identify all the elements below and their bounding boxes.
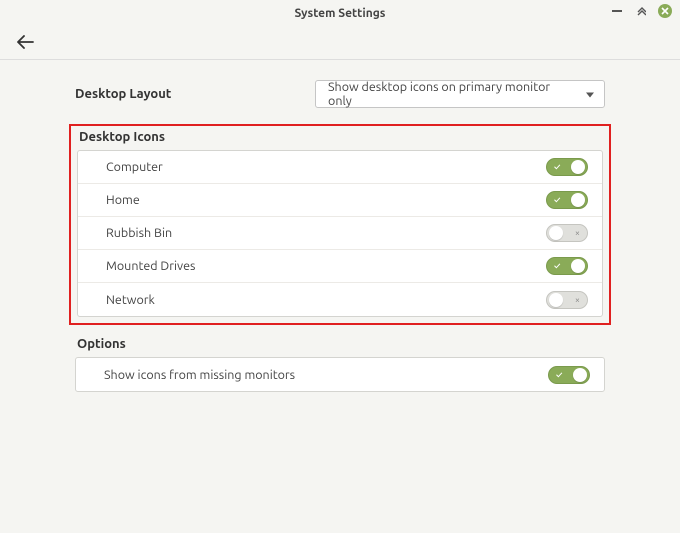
row-rubbish-bin: Rubbish Bin × (78, 217, 602, 250)
window-title: System Settings (295, 7, 386, 20)
toggle-computer[interactable]: ✓ (546, 158, 588, 176)
toggle-rubbish-bin[interactable]: × (546, 224, 588, 242)
row-label: Mounted Drives (106, 259, 195, 273)
minimize-button[interactable] (610, 4, 624, 18)
titlebar: System Settings (0, 0, 680, 26)
content-area: Desktop Layout Show desktop icons on pri… (0, 60, 680, 428)
row-mounted-drives: Mounted Drives ✓ (78, 250, 602, 283)
options-panel: Show icons from missing monitors ✓ (75, 357, 605, 392)
toolbar (0, 26, 680, 60)
desktop-layout-label: Desktop Layout (75, 87, 295, 101)
toggle-knob (571, 160, 585, 174)
row-computer: Computer ✓ (78, 151, 602, 184)
close-button[interactable] (658, 4, 672, 18)
toggle-mounted-drives[interactable]: ✓ (546, 257, 588, 275)
toggle-knob (549, 226, 563, 240)
toggle-network[interactable]: × (546, 291, 588, 309)
row-home: Home ✓ (78, 184, 602, 217)
desktop-layout-row: Desktop Layout Show desktop icons on pri… (75, 80, 605, 108)
window-controls (610, 4, 672, 18)
check-icon: ✓ (554, 162, 560, 172)
highlight-annotation: Desktop Icons Computer ✓ Home ✓ (69, 124, 611, 325)
row-label: Show icons from missing monitors (104, 368, 295, 382)
desktop-icons-panel: Computer ✓ Home ✓ Rubb (77, 150, 603, 317)
x-icon: × (575, 228, 580, 238)
row-network: Network × (78, 283, 602, 316)
toggle-knob (549, 293, 563, 307)
row-label: Network (106, 293, 155, 307)
toggle-knob (571, 193, 585, 207)
check-icon: ✓ (556, 370, 562, 380)
toggle-missing-monitors[interactable]: ✓ (548, 366, 590, 384)
options-section: Options Show icons from missing monitors… (75, 337, 605, 392)
back-button[interactable] (12, 31, 38, 55)
row-missing-monitors: Show icons from missing monitors ✓ (76, 358, 604, 391)
toggle-home[interactable]: ✓ (546, 191, 588, 209)
row-label: Home (106, 193, 140, 207)
x-icon: × (575, 295, 580, 305)
options-header: Options (75, 337, 605, 351)
row-label: Rubbish Bin (106, 226, 172, 240)
check-icon: ✓ (554, 261, 560, 271)
row-label: Computer (106, 160, 163, 174)
toggle-knob (571, 259, 585, 273)
maximize-button[interactable] (634, 4, 648, 18)
check-icon: ✓ (554, 195, 560, 205)
desktop-layout-selected: Show desktop icons on primary monitor on… (328, 80, 574, 108)
desktop-layout-dropdown[interactable]: Show desktop icons on primary monitor on… (315, 80, 605, 108)
toggle-knob (573, 368, 587, 382)
desktop-icons-header: Desktop Icons (77, 130, 603, 144)
desktop-icons-section: Desktop Icons Computer ✓ Home ✓ (77, 130, 603, 317)
